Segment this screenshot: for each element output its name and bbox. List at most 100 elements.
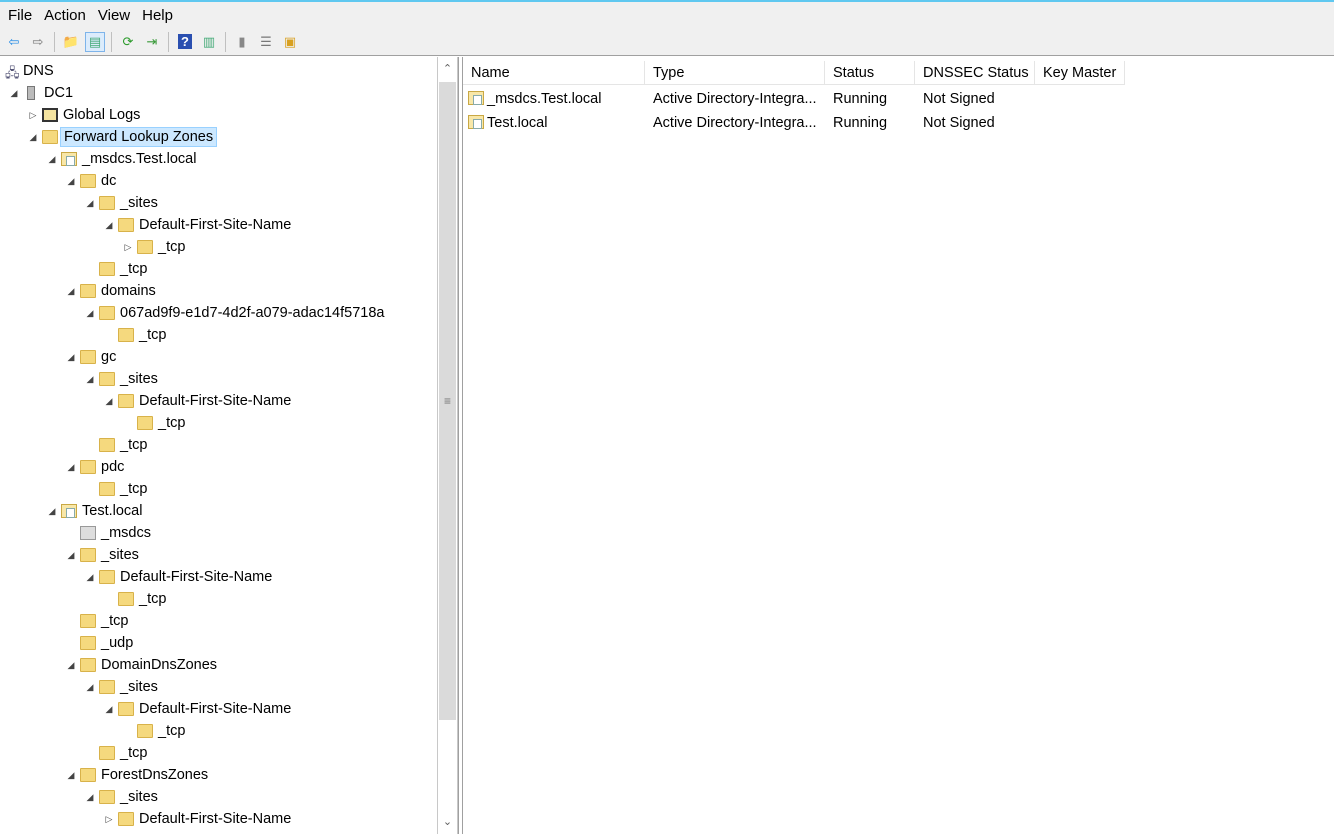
tree-item-label: _msdcs.Test.local	[82, 151, 197, 167]
list-cell: Running	[825, 91, 915, 107]
zone-icon	[468, 91, 484, 105]
expanded-arrow-icon[interactable]: ◢	[85, 682, 95, 693]
expanded-arrow-icon[interactable]: ◢	[66, 352, 76, 363]
menu-help[interactable]: Help	[136, 7, 179, 24]
refresh-button[interactable]: ⟳	[118, 32, 138, 52]
tree-item[interactable]: ◢ gc	[0, 346, 437, 368]
tree-item[interactable]: ◢ Default-First-Site-Name	[0, 698, 437, 720]
tree-item-label: _msdcs	[101, 525, 151, 541]
tree-item[interactable]: _tcp	[0, 434, 437, 456]
expanded-arrow-icon[interactable]: ◢	[66, 660, 76, 671]
export-list-button[interactable]: ⇥	[142, 32, 162, 52]
expanded-arrow-icon[interactable]: ◢	[66, 286, 76, 297]
expanded-arrow-icon[interactable]: ◢	[9, 88, 19, 99]
collapsed-arrow-icon[interactable]: ▷	[28, 110, 38, 121]
menu-action[interactable]: Action	[38, 7, 92, 24]
tree-item-label: Global Logs	[63, 107, 141, 123]
collapsed-arrow-icon[interactable]: ▷	[123, 242, 133, 253]
tree-item[interactable]: _msdcs	[0, 522, 437, 544]
expanded-arrow-icon[interactable]: ◢	[85, 792, 95, 803]
help-button[interactable]: ?	[175, 32, 195, 52]
folder-icon	[80, 548, 96, 562]
tree-item[interactable]: ◢ Forward Lookup Zones	[0, 126, 437, 148]
zone-button[interactable]: ▣	[280, 32, 300, 52]
tree-item[interactable]: ◢ ForestDnsZones	[0, 764, 437, 786]
column-header-status[interactable]: Status	[825, 61, 915, 85]
tree-item[interactable]: ◢ _sites	[0, 544, 437, 566]
expanded-arrow-icon[interactable]: ◢	[85, 374, 95, 385]
tree-item[interactable]: ◢ dc	[0, 170, 437, 192]
list-button[interactable]: ☰	[256, 32, 276, 52]
expanded-arrow-icon[interactable]: ◢	[47, 154, 57, 165]
tree-item[interactable]: ◢ _sites	[0, 192, 437, 214]
up-folder-icon: 📁	[62, 33, 80, 49]
tree-item[interactable]: ◢ 067ad9f9-e1d7-4d2f-a079-adac14f5718a	[0, 302, 437, 324]
up-folder-button[interactable]: 📁	[61, 32, 81, 52]
tree-item[interactable]: ◢ Default-First-Site-Name	[0, 566, 437, 588]
tree-item[interactable]: ▷ Default-First-Site-Name	[0, 808, 437, 830]
expanded-arrow-icon[interactable]: ◢	[28, 132, 38, 143]
expanded-arrow-icon[interactable]: ◢	[104, 396, 114, 407]
folder-icon	[99, 746, 115, 760]
tree-item[interactable]: ◢ Default-First-Site-Name	[0, 390, 437, 412]
expanded-arrow-icon[interactable]: ◢	[47, 506, 57, 517]
expanded-arrow-icon[interactable]: ◢	[66, 176, 76, 187]
tree-item[interactable]: ▷ _tcp	[0, 236, 437, 258]
tree-item-label: _tcp	[120, 437, 148, 453]
column-header-key-master[interactable]: Key Master	[1035, 61, 1125, 85]
collapsed-arrow-icon[interactable]: ▷	[104, 814, 114, 825]
expanded-arrow-icon[interactable]: ◢	[104, 704, 114, 715]
tree-item[interactable]: _tcp	[0, 324, 437, 346]
column-header-dnssec-status[interactable]: DNSSEC Status	[915, 61, 1035, 85]
tree-vertical-scrollbar[interactable]: ⌃ ≡ ⌄	[437, 57, 458, 834]
tree-item[interactable]: _tcp	[0, 742, 437, 764]
tree-item[interactable]: ◢ Test.local	[0, 500, 437, 522]
scroll-thumb[interactable]: ≡	[439, 82, 456, 720]
tree-item[interactable]: ◢ DomainDnsZones	[0, 654, 437, 676]
list-row[interactable]: Test.local Active Directory-Integra... Run…	[463, 111, 1125, 135]
column-header-name[interactable]: Name	[463, 61, 645, 85]
tree-item[interactable]: ◢ pdc	[0, 456, 437, 478]
tree-item[interactable]: _tcp	[0, 610, 437, 632]
folder-icon	[99, 306, 115, 320]
tree-item[interactable]: _tcp	[0, 478, 437, 500]
scroll-down-button[interactable]: ⌄	[438, 812, 457, 832]
expanded-arrow-icon[interactable]: ◢	[66, 770, 76, 781]
tree-item[interactable]: ◢ _sites	[0, 676, 437, 698]
show-hide-console-tree-button[interactable]: ▤	[85, 31, 105, 52]
tree-item-label: _tcp	[101, 613, 129, 629]
tree-item[interactable]: ◢ _msdcs.Test.local	[0, 148, 437, 170]
expanded-arrow-icon[interactable]: ◢	[104, 220, 114, 231]
expanded-arrow-icon[interactable]: ◢	[66, 550, 76, 561]
tree-item[interactable]: ▷ Global Logs	[0, 104, 437, 126]
tree-item-label: DC1	[44, 85, 74, 101]
tree-item[interactable]: _tcp	[0, 258, 437, 280]
list-row[interactable]: _msdcs.Test.local Active Directory-Integr…	[463, 87, 1125, 111]
folder-icon	[80, 460, 96, 474]
tree-item[interactable]: ◢ Default-First-Site-Name	[0, 214, 437, 236]
tree-item-label: _tcp	[139, 327, 167, 343]
back-arrow-button[interactable]: ⇦	[4, 32, 24, 52]
server-button[interactable]: ▮	[232, 32, 252, 52]
tree-item[interactable]: _udp	[0, 632, 437, 654]
tree-item[interactable]: 🖧 DNS	[0, 60, 437, 82]
menu-view[interactable]: View	[92, 7, 136, 24]
expanded-arrow-icon[interactable]: ◢	[85, 198, 95, 209]
expanded-arrow-icon[interactable]: ◢	[66, 462, 76, 473]
tree-item[interactable]: ◢ domains	[0, 280, 437, 302]
forward-arrow-button[interactable]: ⇨	[28, 32, 48, 52]
tree-item-label: DNS	[23, 63, 54, 79]
menu-file[interactable]: File	[2, 7, 38, 24]
tree-item[interactable]: _tcp	[0, 720, 437, 742]
column-header-type[interactable]: Type	[645, 61, 825, 85]
tree-item[interactable]: ◢ DC1	[0, 82, 437, 104]
scroll-up-button[interactable]: ⌃	[438, 59, 457, 79]
expanded-arrow-icon[interactable]: ◢	[85, 572, 95, 583]
zone-icon	[61, 504, 77, 518]
tree-item[interactable]: ◢ _sites	[0, 786, 437, 808]
tree-item[interactable]: _tcp	[0, 588, 437, 610]
show-action-pane-button[interactable]: ▥	[199, 32, 219, 52]
expanded-arrow-icon[interactable]: ◢	[85, 308, 95, 319]
tree-item[interactable]: ◢ _sites	[0, 368, 437, 390]
tree-item[interactable]: _tcp	[0, 412, 437, 434]
